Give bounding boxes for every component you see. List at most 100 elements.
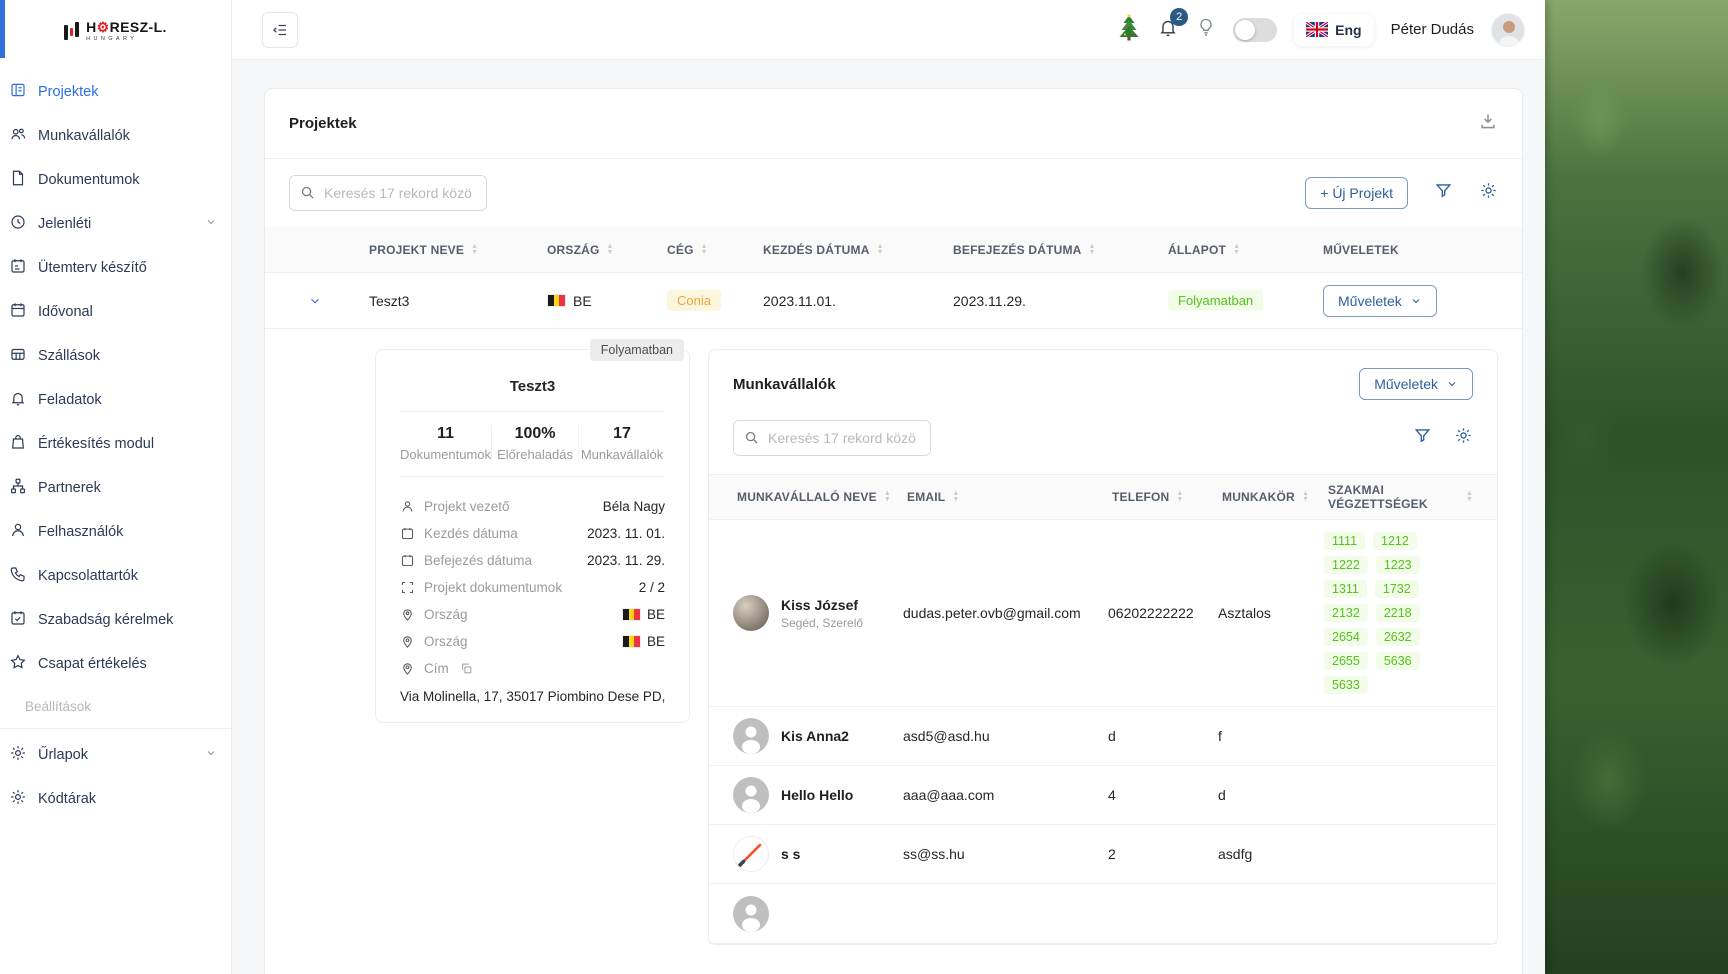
detail-row-orszag: Ország BE xyxy=(400,628,665,655)
new-project-button[interactable]: + Új Projekt xyxy=(1305,177,1408,209)
org-chart-icon xyxy=(9,477,27,499)
sidebar-item-munkavallalok[interactable]: Munkavállalók xyxy=(0,114,231,158)
sidebar-divider xyxy=(0,728,231,729)
row-expand-chevron[interactable] xyxy=(265,294,365,308)
detail-row-cim: Cím xyxy=(400,655,665,682)
table-row[interactable]: Kiss József Segéd, Szerelő dudas.peter.o… xyxy=(709,520,1497,707)
table-row[interactable] xyxy=(709,884,1497,944)
calendar-icon xyxy=(9,301,27,323)
notification-count-badge: 2 xyxy=(1170,8,1188,26)
sort-icon[interactable]: ▲▼ xyxy=(884,491,891,503)
sidebar-item-dokumentumok[interactable]: Dokumentumok xyxy=(0,158,231,202)
theme-toggle[interactable] xyxy=(1233,18,1277,42)
start-date-cell: 2023.11.01. xyxy=(759,293,949,309)
sidebar-item-label: Idővonal xyxy=(38,304,93,320)
user-avatar[interactable] xyxy=(1491,13,1525,47)
sidebar-item-csapat-ertekeles[interactable]: Csapat értékelés xyxy=(0,642,231,686)
expand-icon xyxy=(400,580,415,595)
sidebar-item-feladatok[interactable]: Feladatok xyxy=(0,378,231,422)
pin-icon xyxy=(400,634,415,649)
sidebar-item-utemterv-keszito[interactable]: Ütemterv készítő xyxy=(0,246,231,290)
employee-position: Asztalos xyxy=(1218,605,1324,621)
sort-icon[interactable]: ▲▼ xyxy=(1302,491,1309,503)
language-label: Eng xyxy=(1335,22,1361,38)
sidebar-item-szabadsag-kerelmek[interactable]: Szabadság kérelmek xyxy=(0,598,231,642)
sidebar: H⚙RESZ-L. HUNGARY Projektek Munkavállaló… xyxy=(0,0,232,974)
calendar-icon xyxy=(400,526,415,541)
column-header-muveletek: MŰVELETEK xyxy=(1319,243,1522,257)
employee-email: aaa@aaa.com xyxy=(903,787,1108,803)
detail-row-projekt-dokumentumok: Projekt dokumentumok 2 / 2 xyxy=(400,574,665,601)
sidebar-collapse-button[interactable] xyxy=(262,12,298,48)
sort-icon[interactable]: ▲▼ xyxy=(471,244,478,256)
project-name-cell[interactable]: Teszt3 xyxy=(365,293,543,309)
gear-icon[interactable] xyxy=(1454,426,1473,450)
belgium-flag-icon xyxy=(547,294,566,307)
sort-icon[interactable]: ▲▼ xyxy=(1089,244,1096,256)
column-header-kezdes-datuma: KEZDÉS DÁTUMA▲▼ xyxy=(759,243,949,257)
sidebar-item-kapcsolattartok[interactable]: Kapcsolattartók xyxy=(0,554,231,598)
sidebar-item-ertekesites-modul[interactable]: Értékesítés modul xyxy=(0,422,231,466)
employees-actions-button[interactable]: Műveletek xyxy=(1359,368,1473,400)
page-content: Projektek + Új Projekt xyxy=(232,60,1545,974)
person-avatar-icon xyxy=(733,777,769,813)
language-selector[interactable]: Eng xyxy=(1294,14,1373,46)
projects-panel-header: Projektek xyxy=(265,89,1522,159)
sidebar-nav: Projektek Munkavállalók Dokumentumok Jel… xyxy=(0,62,231,821)
sidebar-item-szallasok[interactable]: Szállások xyxy=(0,334,231,378)
gear-icon[interactable] xyxy=(1479,181,1498,205)
download-icon[interactable] xyxy=(1478,111,1498,136)
column-header-projekt-neve: PROJEKT NEVE▲▼ xyxy=(365,243,543,257)
background-photo xyxy=(1545,0,1728,974)
calendar-tick-icon xyxy=(9,609,27,631)
sort-icon[interactable]: ▲▼ xyxy=(877,244,884,256)
lightbulb-icon[interactable] xyxy=(1196,16,1216,43)
sidebar-item-label: Űrlapok xyxy=(38,747,88,763)
project-details-list: Projekt vezető Béla Nagy Kezdés dátuma 2… xyxy=(400,477,665,704)
table-row[interactable]: s s ss@ss.hu 2 asdfg xyxy=(709,825,1497,884)
sort-icon[interactable]: ▲▼ xyxy=(1466,491,1473,503)
table-row[interactable]: Hello Hello aaa@aaa.com 4 d xyxy=(709,766,1497,825)
detail-row-befejezes-datuma: Befejezés dátuma 2023. 11. 29. xyxy=(400,547,665,574)
qualification-tags: 1111 1212 1222 1223 1311 1732 2132 2218 … xyxy=(1324,520,1466,706)
employee-name: s s xyxy=(781,846,800,862)
employees-card: Munkavállalók Műveletek xyxy=(708,349,1498,945)
sidebar-item-jelenleti[interactable]: Jelenléti xyxy=(0,202,231,246)
sidebar-item-urlapok[interactable]: Űrlapok xyxy=(0,733,231,777)
sort-icon[interactable]: ▲▼ xyxy=(1176,491,1183,503)
sidebar-item-projektek[interactable]: Projektek xyxy=(0,70,231,114)
sidebar-item-label: Szállások xyxy=(38,348,100,364)
row-actions-button[interactable]: Műveletek xyxy=(1323,285,1437,317)
sidebar-item-partnerek[interactable]: Partnerek xyxy=(0,466,231,510)
sort-icon[interactable]: ▲▼ xyxy=(952,491,959,503)
table-row[interactable]: Kis Anna2 asd5@asd.hu d f xyxy=(709,707,1497,766)
projects-table-header: PROJEKT NEVE▲▼ ORSZÁG▲▼ CÉG▲▼ KEZDÉS DÁT… xyxy=(265,227,1522,273)
page-title: Projektek xyxy=(289,115,357,132)
sort-icon[interactable]: ▲▼ xyxy=(1233,244,1240,256)
copy-icon[interactable] xyxy=(460,662,473,675)
sidebar-item-label: Dokumentumok xyxy=(38,172,140,188)
filter-icon[interactable] xyxy=(1434,181,1453,205)
sidebar-item-kodtarak[interactable]: Kódtárak xyxy=(0,777,231,821)
project-stats: 11 Dokumentumok 100% Előrehaladás 17 Mun… xyxy=(400,412,665,477)
projects-search-input[interactable] xyxy=(289,175,487,211)
sort-icon[interactable]: ▲▼ xyxy=(701,244,708,256)
column-header-befejezes-datuma: BEFEJEZÉS DÁTUMA▲▼ xyxy=(949,243,1164,257)
christmas-tree-icon[interactable] xyxy=(1118,14,1140,46)
employees-toolbar xyxy=(709,418,1497,474)
column-header-email: EMAIL▲▼ xyxy=(903,490,1108,504)
search-icon xyxy=(300,185,315,205)
sort-icon[interactable]: ▲▼ xyxy=(607,244,614,256)
employees-search-input[interactable] xyxy=(733,420,931,456)
brand-title: H⚙RESZ-L. xyxy=(86,20,167,34)
filter-icon[interactable] xyxy=(1413,426,1432,450)
country-cell: BE xyxy=(543,293,663,309)
pin-icon xyxy=(400,661,415,676)
stat-elorehaladas: 100% Előrehaladás xyxy=(491,425,578,462)
sidebar-item-idovonal[interactable]: Idővonal xyxy=(0,290,231,334)
notifications-button[interactable]: 2 xyxy=(1157,16,1179,43)
user-icon xyxy=(9,521,27,543)
projects-icon xyxy=(9,81,27,103)
sidebar-item-felhasznalok[interactable]: Felhasználók xyxy=(0,510,231,554)
employee-phone: 4 xyxy=(1108,787,1218,803)
